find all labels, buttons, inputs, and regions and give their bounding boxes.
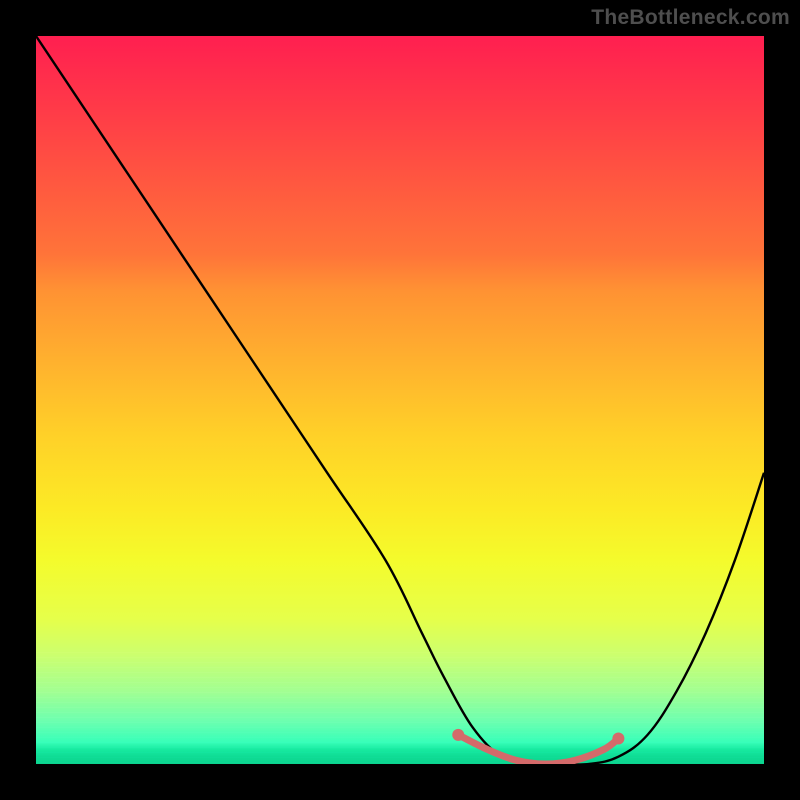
- bottleneck-curve: [36, 36, 764, 764]
- chart-stage: TheBottleneck.com: [0, 0, 800, 800]
- accent-dot-left: [452, 729, 464, 741]
- plot-area: [36, 36, 764, 764]
- curve-layer: [36, 36, 764, 764]
- accent-dot-right: [612, 733, 624, 745]
- credit-text: TheBottleneck.com: [591, 6, 790, 30]
